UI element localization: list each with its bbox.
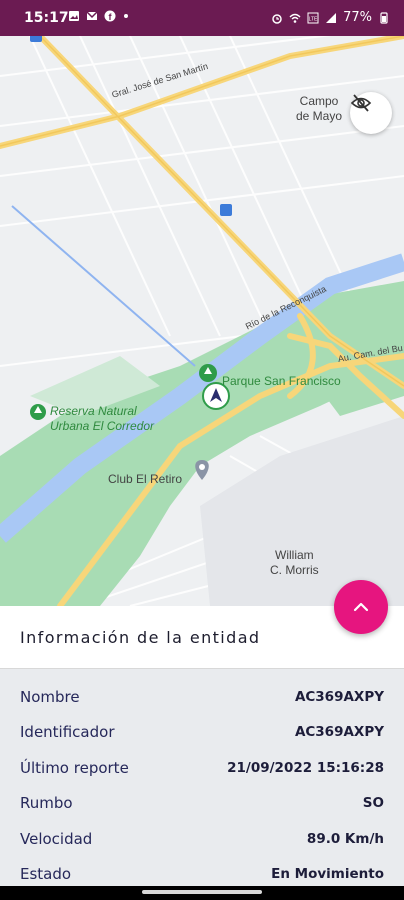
detail-label: Rumbo <box>20 794 73 812</box>
facebook-icon: f <box>104 10 116 22</box>
entity-details: Nombre AC369AXPY Identificador AC369AXPY… <box>0 669 404 890</box>
detail-value: AC369AXPY <box>294 689 384 705</box>
chevron-up-icon <box>353 602 369 612</box>
alarm-icon <box>272 13 282 24</box>
gmail-icon <box>86 11 98 20</box>
dot-icon <box>124 14 128 18</box>
detail-value: SO <box>362 795 384 811</box>
map-label-club: Club El Retiro <box>108 472 183 486</box>
map-label-parque: Parque San Francisco <box>222 374 341 388</box>
detail-row-identificador: Identificador AC369AXPY <box>20 720 384 744</box>
eye-off-icon <box>350 94 372 112</box>
map-label-reserva-1: Reserva Natural <box>50 404 137 418</box>
detail-value: 21/09/2022 15:16:28 <box>227 760 384 776</box>
detail-row-ultimo-reporte: Último reporte 21/09/2022 15:16:28 <box>20 756 384 780</box>
signal-icon <box>326 12 337 23</box>
system-nav-bar <box>0 886 404 900</box>
detail-label: Velocidad <box>20 830 93 848</box>
svg-text:LTE: LTE <box>309 16 318 22</box>
volte-icon: LTE <box>307 12 319 23</box>
detail-row-velocidad: Velocidad 89.0 Km/h <box>20 827 384 851</box>
map-view[interactable]: Campo de Mayo Parque San Francisco Reser… <box>0 36 404 606</box>
detail-row-estado: Estado En Movimiento <box>20 862 384 886</box>
image-icon <box>69 11 79 21</box>
detail-label: Identificador <box>20 723 115 741</box>
map-label-reserva-2: Urbana El Corredor <box>50 419 155 433</box>
status-time: 15:17 <box>24 10 69 26</box>
map-label-campo-1: Campo <box>299 94 339 108</box>
battery-percent: 77% <box>343 10 372 25</box>
detail-row-nombre: Nombre AC369AXPY <box>20 685 384 709</box>
detail-label: Estado <box>20 865 72 883</box>
detail-row-rumbo: Rumbo SO <box>20 791 384 815</box>
hide-visibility-button[interactable] <box>350 92 392 134</box>
detail-value: En Movimiento <box>271 866 384 882</box>
detail-value: AC369AXPY <box>294 724 384 740</box>
detail-label: Último reporte <box>20 759 129 777</box>
expand-panel-button[interactable] <box>334 580 388 634</box>
wifi-icon <box>289 13 301 23</box>
battery-icon <box>380 11 388 24</box>
status-bar: 15:17 f LTE 77% <box>0 0 404 36</box>
map-label-william-1: William <box>275 548 314 562</box>
detail-value: 89.0 Km/h <box>306 831 384 847</box>
map-canvas <box>0 36 404 606</box>
map-label-campo-2: de Mayo <box>296 109 343 123</box>
home-gesture-handle[interactable] <box>142 890 262 894</box>
map-label-william-2: C. Morris <box>270 563 319 577</box>
panel-title: Información de la entidad <box>20 628 261 647</box>
detail-label: Nombre <box>20 688 80 706</box>
